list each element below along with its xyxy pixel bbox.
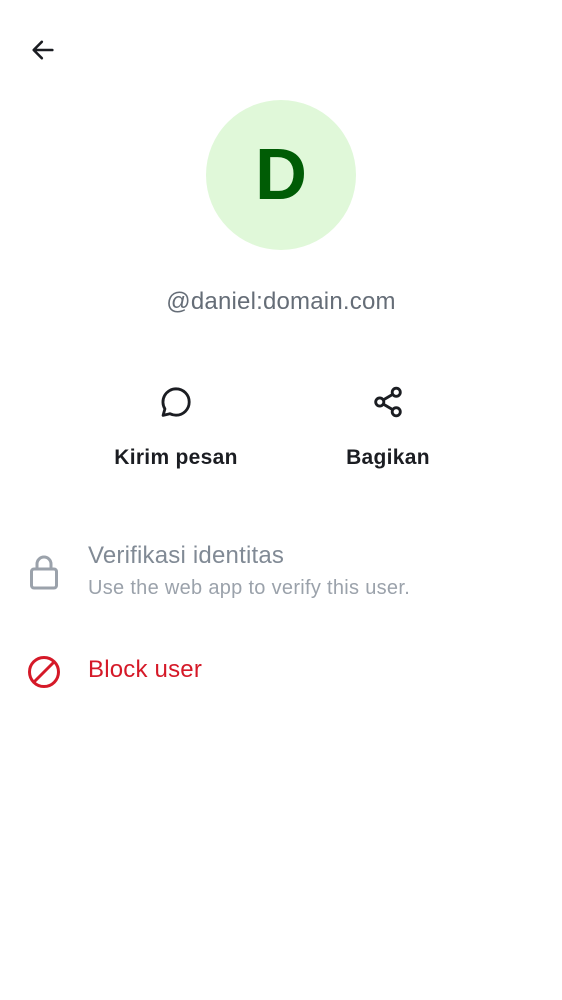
block-icon — [24, 652, 64, 692]
share-icon — [366, 380, 410, 424]
verify-identity-title: Verifikasi identitas — [88, 542, 285, 569]
avatar-initial: D — [255, 135, 307, 215]
share-button[interactable]: Bagikan — [298, 380, 478, 470]
send-message-label: Kirim pesan — [114, 446, 238, 469]
back-button[interactable] — [20, 27, 66, 73]
block-user-label: Block user — [88, 656, 203, 683]
chat-bubble-icon — [154, 380, 198, 424]
block-user-button[interactable]: Block user — [0, 644, 562, 700]
verify-identity-subtitle: Use the web app to verify this user. — [88, 577, 411, 599]
user-id: @daniel:domain.com — [166, 288, 396, 315]
lock-icon — [26, 552, 62, 592]
send-message-button[interactable]: Kirim pesan — [86, 380, 266, 470]
verify-identity-row: Verifikasi identitas Use the web app to … — [0, 536, 562, 612]
share-label: Bagikan — [346, 446, 430, 469]
avatar: D — [206, 100, 356, 250]
arrow-left-icon — [32, 40, 54, 60]
